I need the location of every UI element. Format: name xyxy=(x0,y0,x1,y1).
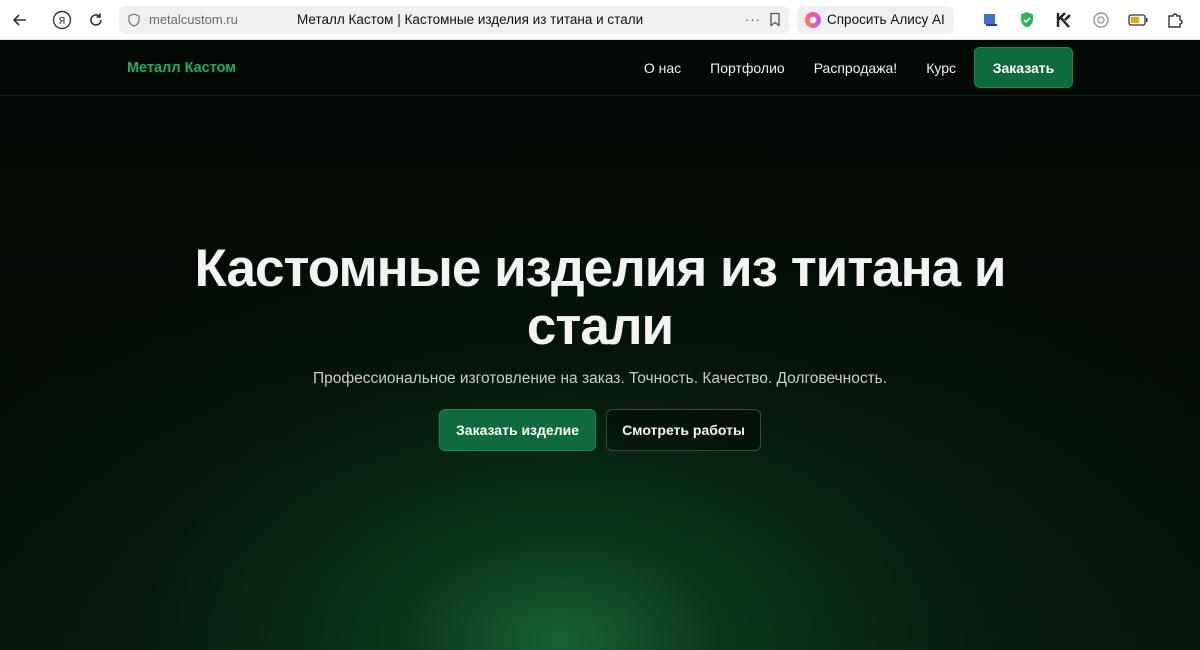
hero-title: Кастомные изделия из титана и стали xyxy=(194,239,1007,356)
bookmark-icon[interactable] xyxy=(769,12,781,32)
order-button[interactable]: Заказать xyxy=(974,47,1073,88)
address-url[interactable]: metalcustom.ru xyxy=(149,12,238,27)
page-tab-title: Металл Кастом | Кастомные изделия из тит… xyxy=(297,12,644,27)
main-nav: О нас Портфолио Распродажа! Курс xyxy=(644,60,956,76)
shield-icon[interactable] xyxy=(1017,10,1037,30)
ask-alice-label: Спросить Алису AI xyxy=(827,12,945,27)
address-bar[interactable]: metalcustom.ru Металл Кастом | Кастомные… xyxy=(119,5,789,34)
hero-subtitle: Профессиональное изготовление на заказ. … xyxy=(312,370,888,387)
yandex-icon[interactable]: Я xyxy=(51,9,73,31)
ask-alice-button[interactable]: Спросить Алису AI xyxy=(797,5,954,34)
order-product-button[interactable]: Заказать изделие xyxy=(439,409,596,451)
nav-link-about[interactable]: О нас xyxy=(644,60,681,76)
more-options-icon[interactable]: ··· xyxy=(745,12,761,27)
hero-actions: Заказать изделие Смотреть работы xyxy=(439,409,761,451)
site-header: Металл Кастом О нас Портфолио Распродажа… xyxy=(0,40,1200,96)
back-arrow-icon[interactable] xyxy=(9,9,31,31)
bookmarks-manager-icon[interactable] xyxy=(980,10,1000,30)
k-extension-icon[interactable] xyxy=(1054,10,1074,30)
yandex-glyph: Я xyxy=(59,16,66,27)
at-sign-icon[interactable] xyxy=(1091,10,1111,30)
nav-link-sale[interactable]: Распродажа! xyxy=(814,60,898,76)
extensions-puzzle-icon[interactable] xyxy=(1165,10,1185,30)
browser-toolbar: Я metalcustom.ru Металл Кастом | Кастомн… xyxy=(0,0,1200,40)
view-works-button[interactable]: Смотреть работы xyxy=(606,409,761,451)
site-logo[interactable]: Металл Кастом xyxy=(127,60,236,76)
nav-link-portfolio[interactable]: Портфолио xyxy=(710,60,785,76)
extensions-bar xyxy=(980,10,1185,30)
site-security-icon[interactable] xyxy=(127,12,141,27)
reload-icon[interactable] xyxy=(85,9,107,31)
nav-link-course[interactable]: Курс xyxy=(926,60,956,76)
alice-icon xyxy=(805,11,821,28)
battery-icon[interactable] xyxy=(1128,10,1148,30)
page-content: Металл Кастом О нас Портфолио Распродажа… xyxy=(0,40,1200,650)
